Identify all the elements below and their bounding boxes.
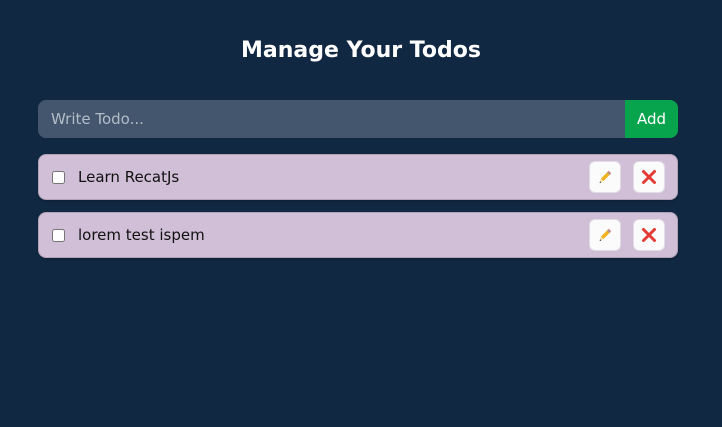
delete-button[interactable]: [633, 219, 665, 251]
cross-mark-icon: [640, 226, 658, 244]
todo-item: lorem test ispem: [38, 212, 678, 258]
pencil-icon: [597, 169, 613, 185]
page-title: Manage Your Todos: [241, 38, 481, 63]
edit-button[interactable]: [589, 219, 621, 251]
todo-checkbox[interactable]: [52, 228, 65, 242]
edit-button[interactable]: [589, 161, 621, 193]
todo-form: Add: [38, 100, 678, 138]
delete-button[interactable]: [633, 161, 665, 193]
todo-text: lorem test ispem: [78, 226, 205, 244]
todo-input[interactable]: [38, 100, 625, 138]
cross-mark-icon: [640, 168, 658, 186]
todo-text: Learn RecatJs: [78, 168, 180, 186]
todo-app: Manage Your Todos Add Learn RecatJs: [0, 0, 722, 427]
todo-item: Learn RecatJs: [38, 154, 678, 200]
todo-checkbox[interactable]: [52, 170, 65, 184]
pencil-icon: [597, 227, 613, 243]
add-button[interactable]: Add: [625, 100, 678, 138]
